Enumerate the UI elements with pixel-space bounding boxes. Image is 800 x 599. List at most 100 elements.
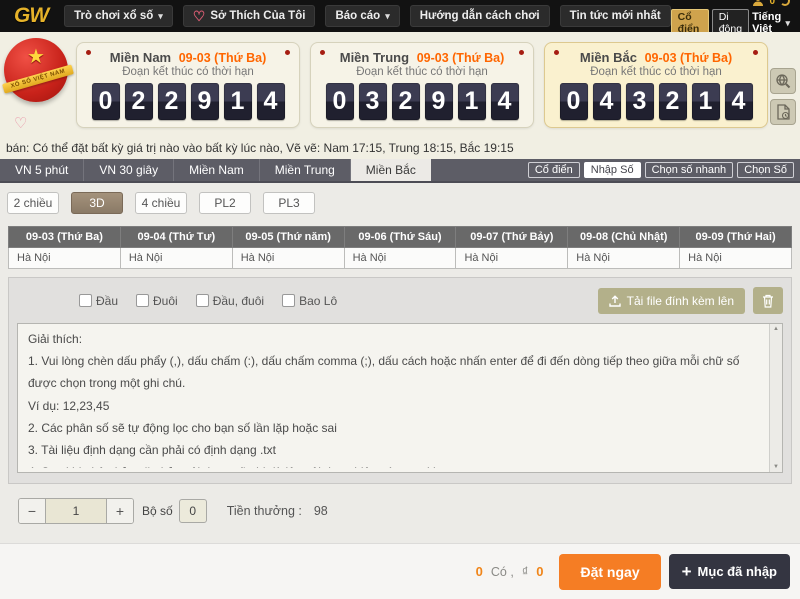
checkbox-dau-duoi[interactable]: Đầu, đuôi [196,294,264,308]
countdown-panel-mien-trung[interactable]: Miền Trung 09-03 (Thứ Ba) Đoạn kết thúc … [310,42,534,128]
checkbox-icon[interactable] [79,294,92,307]
schedule-header-row: 09-03 (Thứ Ba) 09-04 (Thứ Tư) 09-05 (Thứ… [8,226,792,248]
tab-mien-nam[interactable]: Miền Nam [174,159,260,181]
digit-tile: 9 [191,83,219,120]
game-tab-pl3[interactable]: PL3 [263,192,315,214]
game-tab-4-chieu[interactable]: 4 chiều [135,192,187,214]
schedule-city[interactable]: Hà Nội [680,248,792,269]
schedule-city-row: Hà Nội Hà Nội Hà Nội Hà Nội Hà Nội Hà Nộ… [8,248,792,269]
tab-vn-30-giay[interactable]: VN 30 giây [84,159,174,181]
menu-reports[interactable]: Báo cáo ▾ [325,5,399,27]
schedule-date: 09-08 (Chủ Nhật) [568,226,680,248]
tab-vn-5-phut[interactable]: VN 5 phút [0,159,84,181]
checkbox-bao-lo[interactable]: Bao Lô [282,294,337,308]
menu-lottery-games[interactable]: Trò chơi xổ số ▾ [64,5,173,27]
schedule-date: 09-07 (Thứ Bảy) [456,226,568,248]
schedule-date: 09-05 (Thứ năm) [233,226,345,248]
game-tab-3d[interactable]: 3D [71,192,123,214]
menu-my-favorites[interactable]: ♡ Sở Thích Của Tôi [183,5,316,27]
schedule-city[interactable]: Hà Nội [121,248,233,269]
draw-date: 09-03 (Thứ Ba) [179,51,267,65]
scroll-up-icon[interactable]: ▲ [773,326,779,332]
panel-subtitle: Đoạn kết thúc có thời hạn [311,66,533,78]
tab-mien-trung[interactable]: Miền Trung [260,159,351,181]
digit-tile: 3 [626,83,654,120]
checkbox-icon[interactable] [136,294,149,307]
user-icon[interactable] [752,0,764,7]
digit-tile: 1 [224,83,252,120]
caret-down-icon: ▾ [785,18,790,29]
heart-icon: ♡ [193,11,206,21]
mode-chon-so[interactable]: Chọn Số [737,162,794,178]
digit-tile: 2 [659,83,687,120]
digit-tile: 1 [692,83,720,120]
entered-items-button[interactable]: + Mục đã nhập [669,554,790,589]
entries-label: Mục đã nhập [698,564,777,579]
bet-options-row: Đầu Đuôi Đầu, đuôi Bao Lô [17,287,783,314]
upload-file-button[interactable]: Tải file đính kèm lên [598,288,745,314]
multiplier-input[interactable] [45,499,107,523]
mode-co-dien[interactable]: Cổ điển [528,162,580,178]
mode-nhap-so[interactable]: Nhập Số [584,162,641,178]
sale-info-text: bán: Có thể đặt bất kỳ giá trị nào vào b… [0,140,800,159]
panel-subtitle: Đoạn kết thúc có thời hạn [77,66,299,78]
schedule-city[interactable]: Hà Nội [456,248,568,269]
checkbox-duoi[interactable]: Đuôi [136,294,178,308]
checkbox-dau[interactable]: Đầu [79,294,118,308]
game-type-tabs: 2 chiều 3D 4 chiều PL2 PL3 [0,183,800,214]
countdown-panel-mien-nam[interactable]: Miền Nam 09-03 (Thứ Ba) Đoạn kết thúc có… [76,42,300,128]
schedule-date: 09-03 (Thứ Ba) [8,226,121,248]
panel-title: Miền Nam 09-03 (Thứ Ba) [77,50,299,65]
digit-tile: 4 [491,83,519,120]
checkbox-icon[interactable] [196,294,209,307]
digit-tile: 3 [359,83,387,120]
digit-tile: 4 [593,83,621,120]
refresh-icon[interactable] [780,0,790,6]
globe-search-icon[interactable] [770,68,796,94]
clear-trash-button[interactable] [753,287,783,314]
menu-how-to-play[interactable]: Hướng dẫn cách chơi [410,5,550,27]
panel-title: Miền Trung 09-03 (Thứ Ba) [311,50,533,65]
main-content: 2 chiều 3D 4 chiều PL2 PL3 09-03 (Thứ Ba… [0,183,800,524]
tab-mien-bac[interactable]: Miền Bắc [351,159,431,181]
digit-tile: 4 [725,83,753,120]
gw-logo[interactable]: GW [14,4,48,28]
schedule-date: 09-09 (Thứ Hai) [680,226,792,248]
menu-latest-news[interactable]: Tin tức mới nhất [560,5,671,27]
countdown-panels: Miền Nam 09-03 (Thứ Ba) Đoạn kết thúc có… [76,42,768,128]
file-history-icon[interactable] [770,99,796,125]
digit-tile: 2 [158,83,186,120]
checkbox-icon[interactable] [282,294,295,307]
checkbox-label: Bao Lô [299,294,337,308]
schedule-city[interactable]: Hà Nội [345,248,457,269]
schedule-city[interactable]: Hà Nội [8,248,121,269]
sets-label: Bộ số [142,504,173,518]
caret-down-icon: ▾ [158,11,163,22]
countdown-panel-mien-bac[interactable]: Miền Bắc 09-03 (Thứ Ba) Đoạn kết thúc có… [544,42,768,128]
game-tab-pl2[interactable]: PL2 [199,192,251,214]
textarea-scrollbar[interactable]: ▲ ▼ [769,324,782,472]
draw-date: 09-03 (Thứ Ba) [645,51,733,65]
schedule-city[interactable]: Hà Nội [233,248,345,269]
bet-option-checkboxes: Đầu Đuôi Đầu, đuôi Bao Lô [79,294,337,308]
digit-tile: 9 [425,83,453,120]
place-bet-button[interactable]: Đặt ngay [559,554,660,590]
countdown-section: ★ XỔ SỐ VIỆT NAM ♡ Miền Nam 09-03 (Thứ B… [0,32,800,140]
increase-button[interactable]: + [107,499,133,523]
game-tab-2-chieu[interactable]: 2 chiều [7,192,59,214]
scroll-down-icon[interactable]: ▼ [773,464,779,470]
panel-title: Miền Bắc 09-03 (Thứ Ba) [545,50,767,65]
number-input-textarea[interactable]: Giải thích: 1. Vui lòng chèn dấu phẩy (,… [17,323,783,473]
schedule-city[interactable]: Hà Nội [568,248,680,269]
countdown-digits: 0 2 2 9 1 4 [77,83,299,120]
decrease-button[interactable]: − [19,499,45,523]
caret-down-icon: ▾ [385,11,390,22]
account-row: 0 [752,0,790,7]
mode-chon-so-nhanh[interactable]: Chọn số nhanh [645,162,734,178]
schedule-date: 09-04 (Thứ Tư) [121,226,233,248]
region-name: Miền Nam [110,50,171,65]
menu-label: Hướng dẫn cách chơi [420,10,540,22]
digit-tile: 2 [392,83,420,120]
heart-icon[interactable]: ♡ [14,114,27,132]
schedule-date: 09-06 (Thứ Sáu) [345,226,457,248]
